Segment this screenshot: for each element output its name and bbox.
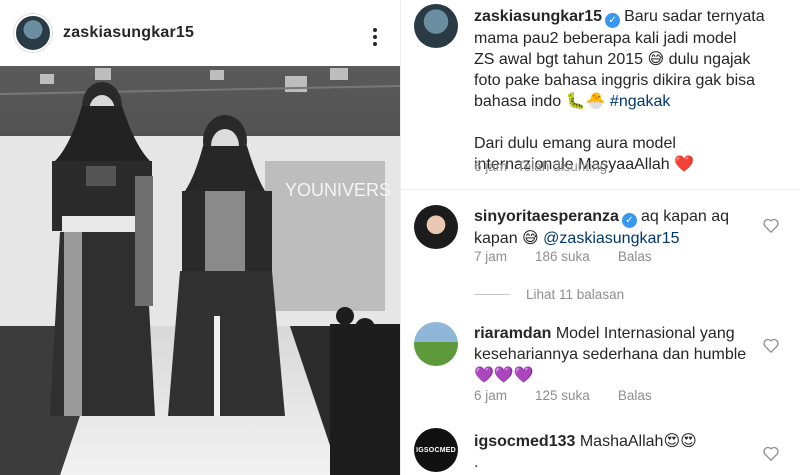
comment-avatar[interactable] [414, 322, 458, 366]
comment-username[interactable]: riaramdan [474, 325, 551, 342]
view-replies-button[interactable]: Lihat 11 balasan [474, 287, 624, 302]
avatar-logo-text: IGSOCMED [416, 446, 456, 454]
comment-body: . [474, 454, 479, 471]
comment-text: riaramdan Model Internasional yang keseh… [474, 323, 774, 386]
comment-text: sinyoritaesperanza ✓ aq kapan aq kapan 😅 @… [474, 206, 774, 249]
caption-text: zaskiasungkar15 ✓ Baru sadar ternyata mama… [474, 6, 774, 175]
comment-time: 7 jam [474, 249, 508, 264]
caption-time: 6 jam [474, 159, 508, 174]
verified-badge-icon: ✓ [605, 13, 621, 28]
caption-line: Dari dulu emang aura model [474, 135, 676, 152]
caption-avatar[interactable] [414, 4, 458, 48]
comment-text: igsocmed133 MashaAllah😍😍 . [474, 431, 774, 473]
comment-body: kapan 😅 [474, 230, 544, 247]
hashtag-link[interactable]: #ngakak [610, 93, 671, 110]
post-header: zaskiasungkar15 [0, 0, 400, 66]
caption-meta: 6 jam Telah disunting [474, 159, 607, 174]
comment-body: Model Internasional yang [555, 325, 735, 342]
heart-icon[interactable] [763, 338, 779, 353]
caption-line: bahasa indo 🐛🐣 [474, 93, 610, 110]
post-panel: zaskiasungkar15 YOUNIVERS [0, 0, 400, 475]
comment-body: MashaAllah😍😍 [579, 433, 697, 450]
comment-meta: 7 jam 186 suka Balas [474, 249, 652, 264]
mention-link[interactable]: @zaskiasungkar15 [543, 230, 679, 247]
reply-button[interactable]: Balas [618, 388, 652, 403]
caption-line: Baru sadar ternyata [624, 8, 765, 25]
heart-icon[interactable] [763, 218, 779, 233]
comment-username[interactable]: igsocmed133 [474, 433, 575, 450]
caption-edited: Telah disunting [517, 159, 608, 174]
caption-username[interactable]: zaskiasungkar15 [474, 8, 602, 25]
caption-line: mama pau2 beberapa kali jadi model [474, 30, 737, 47]
heart-icon[interactable] [763, 446, 779, 461]
caption-line: ZS awal bgt tahun 2015 😅 dulu ngajak [474, 51, 751, 68]
comment-body: kesehariannya sederhana dan humble [474, 346, 747, 363]
svg-text:YOUNIVERS: YOUNIVERS [285, 180, 391, 200]
caption-line: foto pake bahasa inggris dikira gak bisa [474, 72, 756, 89]
replies-divider [474, 294, 510, 295]
comment-avatar[interactable]: IGSOCMED [414, 428, 458, 472]
comment-likes[interactable]: 186 suka [535, 249, 590, 264]
verified-badge-icon: ✓ [621, 213, 637, 228]
post-username[interactable]: zaskiasungkar15 [63, 24, 194, 42]
comment-username[interactable]: sinyoritaesperanza [474, 208, 619, 225]
post-avatar[interactable] [14, 14, 52, 52]
comment-body: 💜💜💜 [474, 367, 534, 384]
comment-meta: 6 jam 125 suka Balas [474, 388, 652, 403]
comment-avatar[interactable] [414, 205, 458, 249]
comment-time: 6 jam [474, 388, 508, 403]
reply-button[interactable]: Balas [618, 249, 652, 264]
post-image[interactable]: YOUNIVERS [0, 66, 400, 475]
view-replies-label: Lihat 11 balasan [526, 287, 625, 302]
comment-likes[interactable]: 125 suka [535, 388, 590, 403]
comment-body: aq kapan aq [640, 208, 730, 225]
more-options-icon[interactable] [366, 26, 384, 48]
